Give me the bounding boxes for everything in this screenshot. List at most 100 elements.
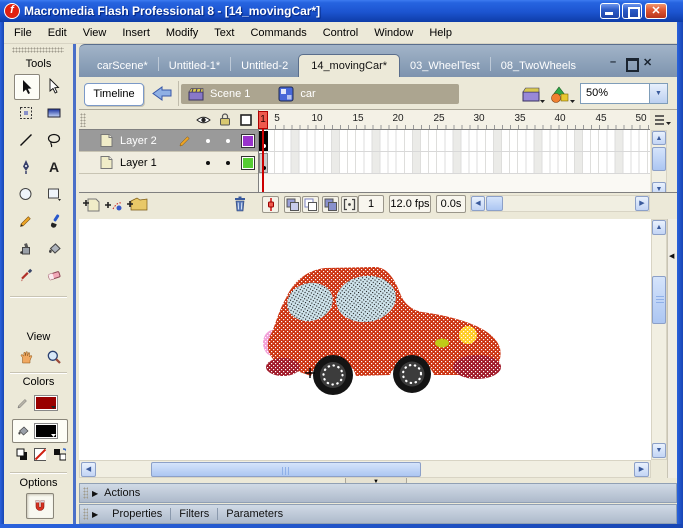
timeline-ruler[interactable]: 5 10 15 20 25 30 35 40 45 50 (259, 110, 650, 130)
scroll-down-button[interactable]: ▼ (652, 443, 666, 458)
snap-to-objects-button[interactable] (26, 493, 54, 519)
frame-grid-layer1[interactable] (259, 152, 650, 174)
playhead-line[interactable] (262, 129, 264, 192)
insert-layer-folder-button[interactable] (126, 196, 148, 213)
lasso-tool-button[interactable] (42, 128, 66, 152)
maximize-button[interactable] (622, 3, 642, 19)
layer-visibility-dot[interactable] (206, 161, 210, 165)
fill-color-control[interactable] (12, 419, 68, 443)
document-restore-button[interactable] (626, 58, 639, 72)
actions-panel-header[interactable]: ▶ Actions (79, 483, 677, 503)
scroll-left-button[interactable]: ◀ (81, 462, 96, 477)
tab-08-twowheels[interactable]: 08_TwoWheels (491, 56, 586, 77)
menu-edit[interactable]: Edit (40, 25, 75, 41)
subselection-tool-button[interactable] (42, 74, 66, 98)
menu-control[interactable]: Control (315, 25, 366, 41)
tab-parameters[interactable]: Parameters (226, 508, 283, 520)
timeline-toggle-button[interactable]: Timeline (84, 83, 144, 106)
timeline-horizontal-scrollbar[interactable]: ◀ ▶ (470, 195, 650, 212)
stroke-color-control[interactable] (16, 393, 62, 413)
ink-bottle-tool-button[interactable] (14, 236, 38, 260)
frame-rate-field[interactable]: 12.0 fps (389, 195, 431, 213)
zoom-level-combobox[interactable]: 50% ▼ (580, 83, 668, 104)
menu-commands[interactable]: Commands (242, 25, 314, 41)
scroll-right-button[interactable]: ▶ (634, 462, 649, 477)
menu-modify[interactable]: Modify (158, 25, 206, 41)
collapse-arrow-icon[interactable]: ▶ (92, 489, 98, 498)
layer-outline-color-swatch[interactable] (241, 156, 255, 170)
playhead-head[interactable]: 1 (258, 111, 268, 129)
document-close-button[interactable]: ✕ (643, 56, 652, 69)
free-transform-tool-button[interactable] (14, 101, 38, 125)
layer-name[interactable]: Layer 1 (120, 157, 178, 169)
menu-help[interactable]: Help (421, 25, 460, 41)
panel-gripper[interactable] (83, 508, 88, 520)
menu-text[interactable]: Text (206, 25, 242, 41)
fill-color-swatch[interactable] (34, 423, 58, 439)
layer-visibility-dot[interactable] (206, 139, 210, 143)
frame-view-options-button[interactable] (653, 112, 673, 128)
timeline-gripper[interactable] (80, 113, 86, 127)
scrollbar-thumb[interactable] (652, 147, 666, 171)
show-all-layers-as-outlines-icon[interactable] (239, 113, 253, 127)
onion-skin-outlines-button[interactable] (302, 196, 319, 213)
scroll-up-button[interactable]: ▲ (652, 220, 666, 235)
breadcrumb-symbol-name[interactable]: car (300, 88, 315, 100)
eyedropper-tool-button[interactable] (14, 263, 38, 287)
gradient-transform-tool-button[interactable] (42, 101, 66, 125)
hand-tool-button[interactable] (14, 345, 38, 369)
dock-collapse-arrow-icon[interactable]: ◀ (669, 252, 674, 260)
layer-row-layer2[interactable]: Layer 2 (79, 130, 259, 152)
zoom-tool-button[interactable] (42, 345, 66, 369)
back-button[interactable] (150, 83, 174, 104)
collapse-arrow-icon[interactable]: ▶ (92, 510, 98, 519)
canvas-vertical-scrollbar[interactable]: ▲ ▼ (651, 219, 667, 460)
close-button[interactable]: ✕ (645, 3, 667, 19)
canvas-horizontal-scrollbar[interactable]: ◀ ▶ (79, 460, 651, 478)
line-tool-button[interactable] (14, 128, 38, 152)
minimize-button[interactable] (600, 3, 620, 19)
scroll-up-button[interactable]: ▲ (652, 131, 666, 145)
layer-lock-dot[interactable] (226, 139, 230, 143)
modify-onion-markers-button[interactable] (341, 196, 358, 213)
tab-03-wheeltest[interactable]: 03_WheelTest (400, 56, 490, 77)
panel-gripper[interactable] (83, 487, 88, 499)
frame-grid-layer2[interactable] (259, 130, 650, 152)
scrollbar-thumb[interactable] (151, 462, 421, 477)
breadcrumb-scene-name[interactable]: Scene 1 (210, 88, 250, 100)
oval-tool-button[interactable] (14, 182, 38, 206)
tools-panel-gripper[interactable] (12, 47, 64, 53)
swap-colors-button[interactable] (53, 448, 66, 461)
selection-tool-button[interactable] (14, 74, 40, 100)
edit-symbol-button[interactable] (549, 84, 577, 106)
tab-untitled-2[interactable]: Untitled-2 (231, 56, 298, 77)
paint-bucket-tool-button[interactable] (42, 236, 66, 260)
pen-tool-button[interactable] (14, 155, 38, 179)
brush-tool-button[interactable] (42, 209, 66, 233)
zoom-dropdown-button[interactable]: ▼ (649, 84, 667, 103)
edit-scene-button[interactable] (521, 84, 547, 106)
layer-lock-dot[interactable] (226, 161, 230, 165)
eraser-tool-button[interactable] (42, 263, 66, 287)
rectangle-tool-button[interactable] (42, 182, 66, 206)
scroll-left-button[interactable]: ◀ (471, 196, 485, 211)
menu-insert[interactable]: Insert (114, 25, 158, 41)
pencil-tool-button[interactable] (14, 209, 38, 233)
scrollbar-thumb[interactable] (486, 196, 503, 211)
tab-properties[interactable]: Properties (112, 508, 162, 520)
actions-panel-title[interactable]: Actions (104, 487, 140, 499)
show-hide-all-layers-icon[interactable] (196, 113, 211, 127)
document-minimize-button[interactable]: – (610, 56, 616, 68)
tab-untitled-1[interactable]: Untitled-1* (159, 56, 230, 77)
properties-panel-header[interactable]: ▶ Properties Filters Parameters (79, 504, 677, 524)
layer-row-layer1[interactable]: Layer 1 (79, 152, 259, 174)
layer-outline-color-swatch[interactable] (241, 134, 255, 148)
current-frame-field[interactable]: 1 (358, 195, 384, 213)
tab-filters[interactable]: Filters (179, 508, 209, 520)
right-panel-dock-strip[interactable]: ◀ (667, 219, 677, 478)
scroll-right-button[interactable]: ▶ (635, 196, 649, 211)
default-colors-button[interactable] (16, 448, 27, 461)
no-color-button[interactable] (34, 448, 45, 461)
onion-skin-button[interactable] (284, 196, 301, 213)
insert-layer-button[interactable] (82, 197, 102, 213)
